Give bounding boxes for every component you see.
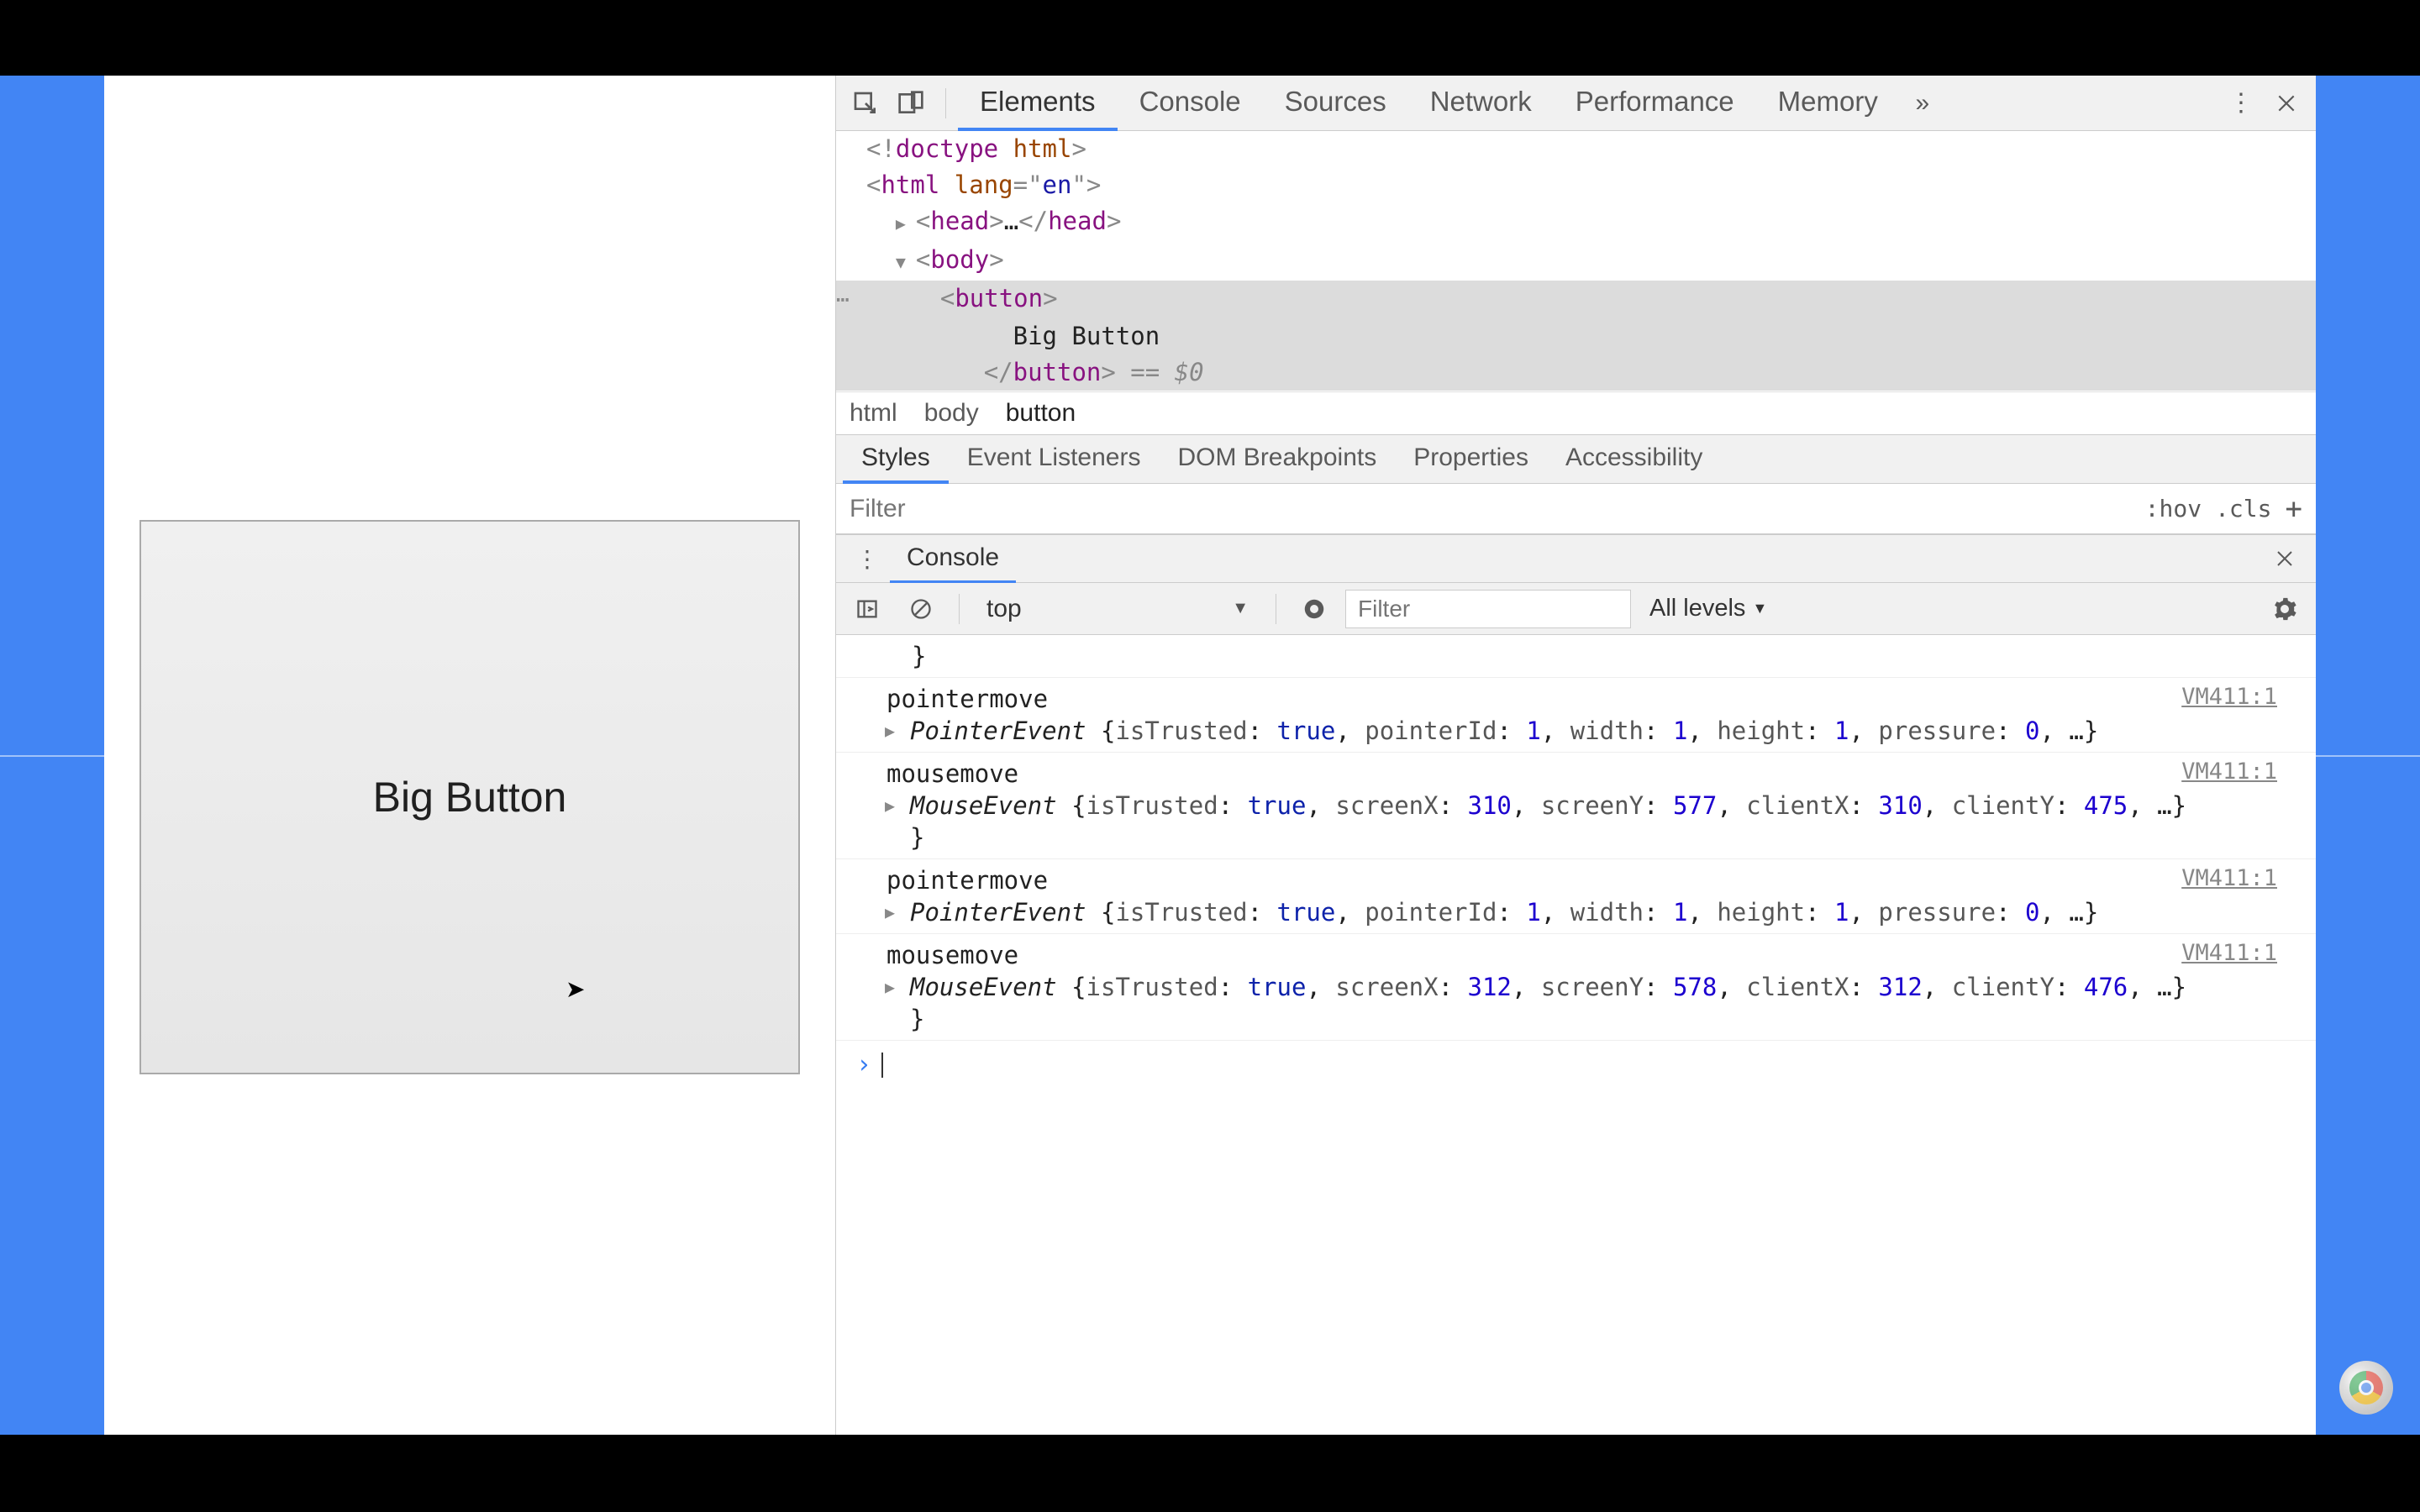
inspect-icon[interactable] bbox=[843, 81, 888, 126]
tab-network[interactable]: Network bbox=[1408, 76, 1554, 131]
console-settings-icon[interactable] bbox=[2262, 586, 2307, 632]
kebab-menu-icon[interactable]: ⋮ bbox=[2218, 81, 2264, 126]
page-preview: Big Button ➤ bbox=[104, 76, 835, 1435]
subtab-accessibility[interactable]: Accessibility bbox=[1547, 435, 1721, 484]
log-entry[interactable]: VM411:1mousemove▶MouseEvent {isTrusted: … bbox=[836, 753, 2316, 859]
chevron-down-icon: ▼ bbox=[1232, 599, 1249, 618]
tab-sources[interactable]: Sources bbox=[1263, 76, 1408, 131]
subtab-event-listeners[interactable]: Event Listeners bbox=[949, 435, 1160, 484]
styles-filter-input[interactable] bbox=[850, 495, 2145, 523]
console-prompt[interactable]: › bbox=[836, 1041, 2316, 1089]
devtools-panel: Elements Console Sources Network Perform… bbox=[835, 76, 2316, 1435]
breadcrumb-button[interactable]: button bbox=[1006, 399, 1076, 428]
console-levels-label: All levels bbox=[1649, 595, 1745, 622]
more-tabs-icon[interactable]: » bbox=[1900, 81, 1945, 126]
styles-filter-row: :hov .cls + bbox=[836, 484, 2316, 534]
cls-toggle[interactable]: .cls bbox=[2215, 495, 2271, 522]
log-entry[interactable]: VM411:1pointermove▶PointerEvent {isTrust… bbox=[836, 678, 2316, 753]
tab-console[interactable]: Console bbox=[1118, 76, 1263, 131]
log-source-link[interactable]: VM411:1 bbox=[2181, 681, 2277, 713]
device-toggle-icon[interactable] bbox=[888, 81, 934, 126]
breadcrumb: html body button bbox=[836, 391, 2316, 435]
hov-toggle[interactable]: :hov bbox=[2145, 495, 2202, 522]
close-drawer-icon[interactable] bbox=[2262, 536, 2307, 581]
console-drawer-header: ⋮ Console bbox=[836, 534, 2316, 583]
console-toolbar: top ▼ All levels ▼ bbox=[836, 583, 2316, 635]
big-button-label: Big Button bbox=[373, 773, 567, 822]
dom-tree[interactable]: <!doctype html> <html lang="en"> ▶<head>… bbox=[836, 131, 2316, 391]
breadcrumb-body[interactable]: body bbox=[924, 399, 979, 428]
chevron-down-icon: ▼ bbox=[1752, 600, 1767, 617]
clear-console-icon[interactable] bbox=[898, 586, 944, 632]
drawer-menu-icon[interactable]: ⋮ bbox=[844, 536, 890, 581]
log-entry[interactable]: VM411:1pointermove▶PointerEvent {isTrust… bbox=[836, 859, 2316, 934]
tab-performance[interactable]: Performance bbox=[1554, 76, 1756, 131]
console-context-value: top bbox=[986, 595, 1022, 623]
tab-memory[interactable]: Memory bbox=[1756, 76, 1900, 131]
devtools-tab-bar: Elements Console Sources Network Perform… bbox=[836, 76, 2316, 131]
mouse-cursor-icon: ➤ bbox=[566, 975, 585, 1003]
console-sidebar-toggle-icon[interactable] bbox=[844, 586, 890, 632]
console-filter-input[interactable] bbox=[1345, 590, 1631, 628]
live-expression-icon[interactable] bbox=[1292, 586, 1337, 632]
log-brace: } bbox=[836, 635, 2316, 678]
breadcrumb-html[interactable]: html bbox=[850, 399, 897, 428]
tab-elements[interactable]: Elements bbox=[958, 76, 1118, 131]
console-log[interactable]: }VM411:1pointermove▶PointerEvent {isTrus… bbox=[836, 635, 2316, 1435]
close-devtools-icon[interactable] bbox=[2264, 81, 2309, 126]
log-source-link[interactable]: VM411:1 bbox=[2181, 937, 2277, 969]
console-context-select[interactable]: top ▼ bbox=[975, 590, 1260, 628]
subtab-styles[interactable]: Styles bbox=[843, 435, 949, 484]
styles-tab-bar: Styles Event Listeners DOM Breakpoints P… bbox=[836, 435, 2316, 484]
subtab-properties[interactable]: Properties bbox=[1395, 435, 1547, 484]
add-style-icon[interactable]: + bbox=[2286, 492, 2302, 526]
subtab-dom-breakpoints[interactable]: DOM Breakpoints bbox=[1159, 435, 1395, 484]
log-source-link[interactable]: VM411:1 bbox=[2181, 863, 2277, 895]
log-source-link[interactable]: VM411:1 bbox=[2181, 756, 2277, 788]
log-entry[interactable]: VM411:1mousemove▶MouseEvent {isTrusted: … bbox=[836, 934, 2316, 1041]
chrome-logo-icon bbox=[2339, 1361, 2393, 1415]
console-levels-select[interactable]: All levels ▼ bbox=[1639, 595, 1777, 622]
big-button[interactable]: Big Button ➤ bbox=[139, 520, 800, 1074]
drawer-tab-console[interactable]: Console bbox=[890, 535, 1016, 584]
